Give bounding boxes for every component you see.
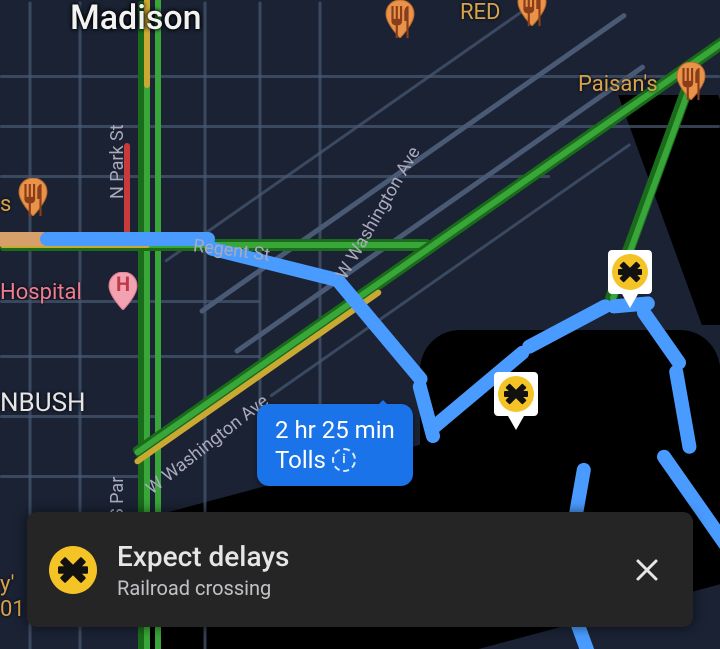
restaurant-icon: [676, 64, 706, 102]
railroad-crossing-marker[interactable]: [494, 372, 538, 430]
restaurant-icon: [385, 2, 415, 40]
poi-pin-restaurant[interactable]: [18, 178, 48, 216]
eta-time: 2 hr 25 min: [275, 415, 395, 445]
poi-pin-restaurant[interactable]: [385, 0, 415, 38]
alert-subtitle: Railroad crossing: [117, 576, 603, 600]
eta-tolls: Tolls: [275, 445, 326, 475]
eta-callout[interactable]: 2 hr 25 min Tolls i: [257, 404, 413, 486]
hospital-icon: H: [108, 272, 138, 296]
poi-red: RED: [460, 0, 501, 25]
restaurant-icon: [517, 0, 547, 28]
alert-close-button[interactable]: [623, 546, 671, 594]
city-label: Madison: [70, 0, 202, 38]
alert-title: Expect delays: [117, 540, 603, 573]
poi-s: s: [0, 192, 11, 217]
info-icon: i: [332, 448, 356, 472]
poi-pin-restaurant[interactable]: [676, 62, 706, 100]
route-segment: [40, 232, 215, 246]
poi-pin-restaurant[interactable]: [517, 0, 547, 26]
poi-01: 01: [0, 597, 25, 622]
restaurant-icon: [18, 180, 48, 218]
poi-paisans: Paisan's: [578, 72, 658, 97]
alert-card: Expect delays Railroad crossing: [27, 512, 693, 627]
poi-hospital: Hospital: [0, 280, 82, 305]
poi-pin-hospital[interactable]: H: [108, 272, 138, 310]
close-icon: [634, 557, 660, 583]
poi-nbush: NBUSH: [0, 388, 86, 418]
map-canvas[interactable]: Madison N Park St Regent St W Washington…: [0, 0, 720, 649]
poi-y: y': [0, 572, 14, 597]
railroad-icon: [49, 546, 97, 594]
railroad-crossing-marker[interactable]: [608, 250, 652, 308]
